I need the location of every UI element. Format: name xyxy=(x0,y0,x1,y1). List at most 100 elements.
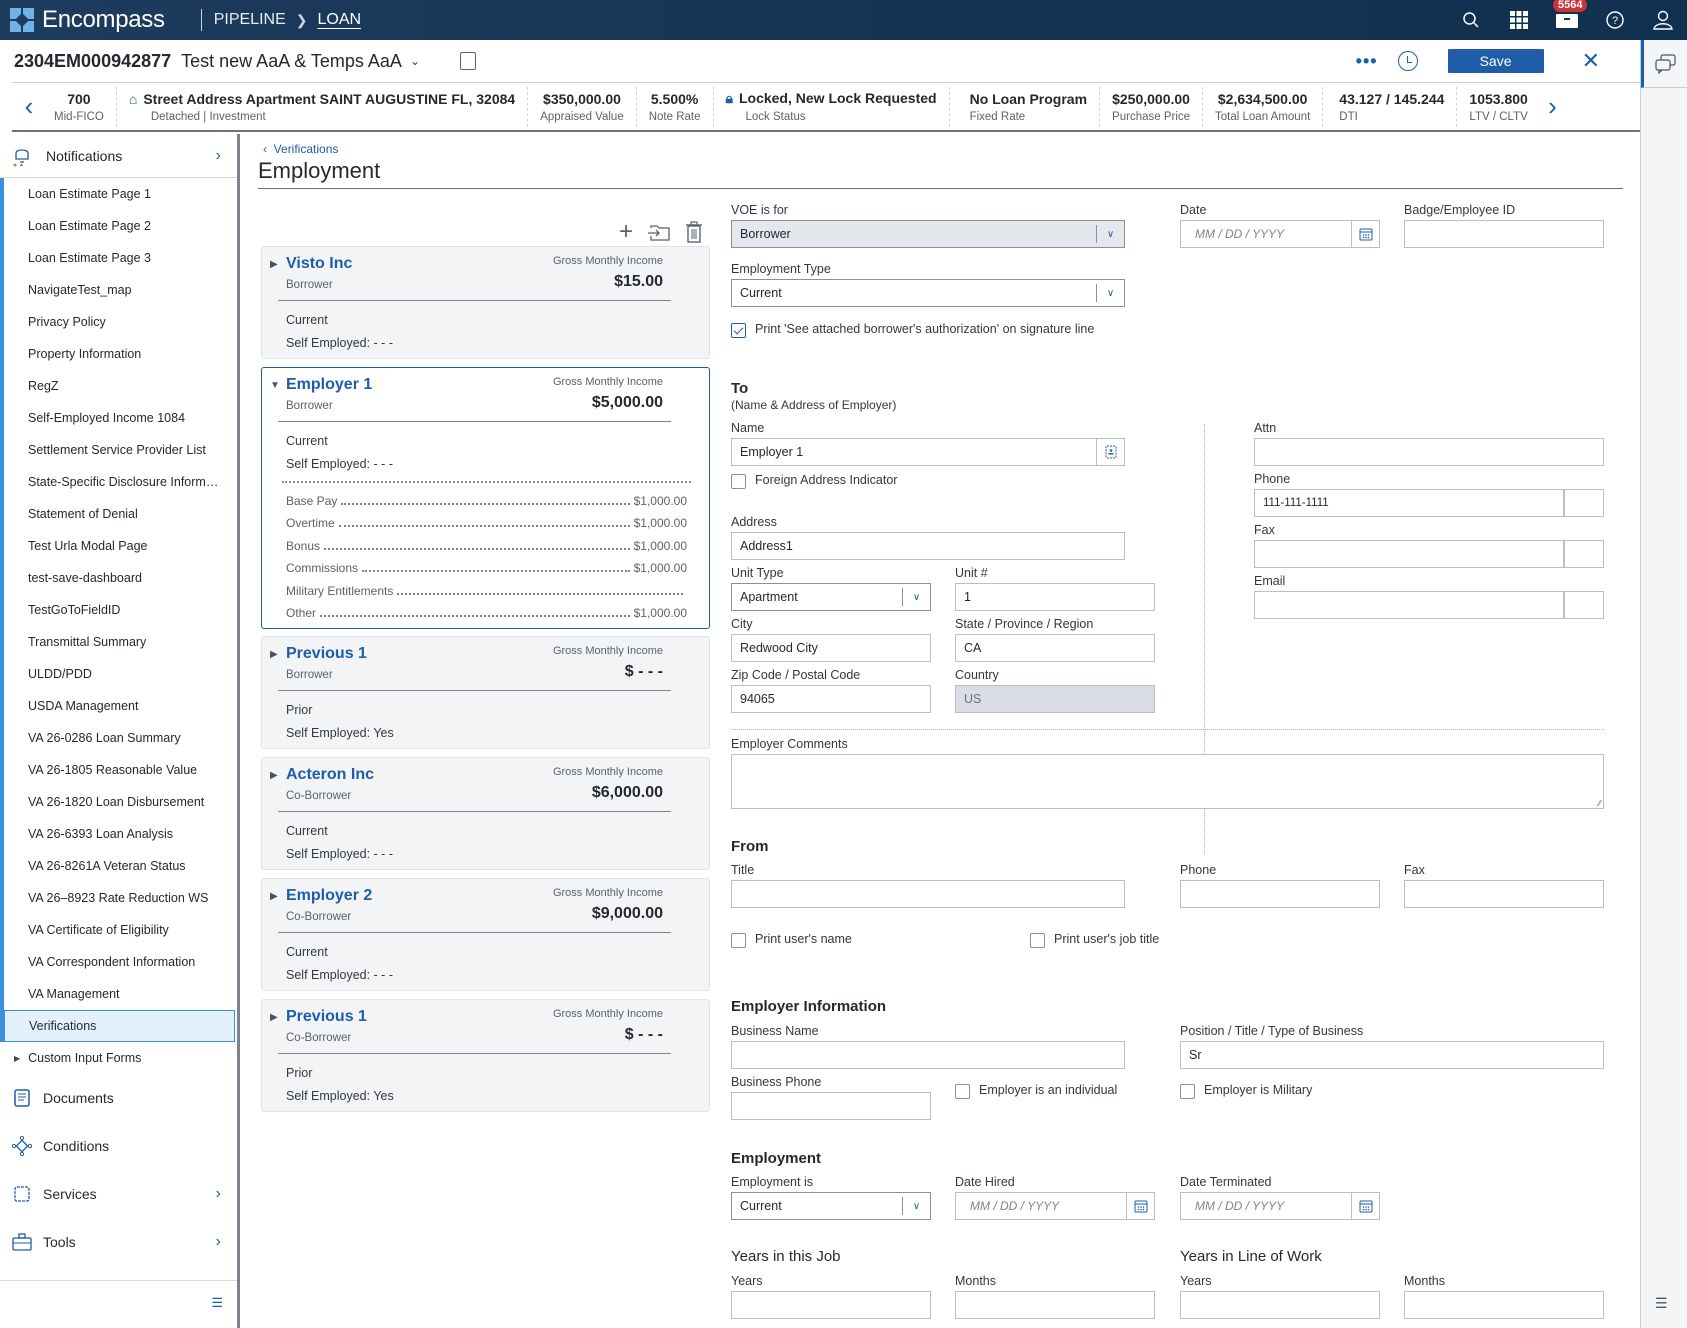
print-user-name-checkbox[interactable] xyxy=(731,933,746,948)
expand-panel-icon[interactable]: ☰ xyxy=(1655,1295,1668,1312)
employer-name-input[interactable]: Employer 1 xyxy=(731,438,1125,466)
sidebar-form-item[interactable]: Verifications xyxy=(4,1010,235,1042)
employer-name[interactable]: Employer 1 xyxy=(286,376,372,394)
calendar-icon[interactable] xyxy=(1351,221,1379,247)
apps-button[interactable] xyxy=(1495,0,1543,40)
more-options-button[interactable]: ••• xyxy=(1356,51,1378,72)
collapse-triangle-icon[interactable]: ▼ xyxy=(270,380,280,391)
sidebar-form-item[interactable]: Privacy Policy xyxy=(4,306,237,338)
sidebar-form-item[interactable]: Property Information xyxy=(4,338,237,370)
sidebar-form-item[interactable]: NavigateTest_map xyxy=(4,274,237,306)
employer-card[interactable]: ▶ Visto Inc Borrower Gross Monthly Income $1… xyxy=(261,246,710,359)
address-input[interactable]: Address1 xyxy=(731,532,1125,560)
sidebar-notifications[interactable]: Notifications › xyxy=(0,134,237,178)
badge-id-input[interactable] xyxy=(1404,220,1604,248)
business-name-input[interactable] xyxy=(731,1041,1125,1069)
sidebar-services[interactable]: Services › xyxy=(0,1170,237,1218)
user-menu-button[interactable] xyxy=(1639,0,1687,40)
borrower-dropdown-chevron-icon[interactable]: ⌄ xyxy=(410,54,420,68)
voe-for-select[interactable]: Borrower ∨ xyxy=(731,220,1125,248)
sidebar-form-item[interactable]: Loan Estimate Page 3 xyxy=(4,242,237,274)
sidebar-form-item[interactable]: Loan Estimate Page 1 xyxy=(4,178,237,210)
employer-card[interactable]: ▼ Employer 1 Borrower Gross Monthly Income $… xyxy=(261,367,710,629)
unit-number-input[interactable]: 1 xyxy=(955,583,1155,611)
calendar-icon[interactable] xyxy=(1126,1193,1154,1219)
sidebar-form-item[interactable]: Settlement Service Provider List xyxy=(4,434,237,466)
sidebar-form-item[interactable]: VA Correspondent Information xyxy=(4,946,237,978)
trash-icon[interactable] xyxy=(685,221,703,243)
business-phone-input[interactable] xyxy=(731,1092,931,1120)
to-email-extra-input[interactable] xyxy=(1564,591,1604,619)
sidebar-form-item[interactable]: VA 26-1805 Reasonable Value xyxy=(4,754,237,786)
app-logo[interactable]: Encompass xyxy=(10,6,165,34)
sidebar-form-item[interactable]: VA 26-0286 Loan Summary xyxy=(4,722,237,754)
expand-triangle-icon[interactable]: ▶ xyxy=(270,891,278,902)
summary-next-chevron-icon[interactable]: › xyxy=(1535,91,1569,122)
add-employer-icon[interactable]: + xyxy=(619,218,633,246)
employer-name[interactable]: Acteron Inc xyxy=(286,766,374,784)
sidebar-custom-input-forms[interactable]: ▶ Custom Input Forms xyxy=(0,1042,237,1074)
breadcrumb-pipeline[interactable]: PIPELINE xyxy=(214,11,286,29)
to-fax-input[interactable] xyxy=(1254,540,1564,568)
sidebar-form-item[interactable]: State-Specific Disclosure Inform… xyxy=(4,466,237,498)
summary-prev-chevron-icon[interactable]: ‹ xyxy=(12,91,46,122)
from-title-input[interactable] xyxy=(731,880,1125,908)
years-in-job-years-input[interactable] xyxy=(731,1291,931,1319)
from-fax-input[interactable] xyxy=(1404,880,1604,908)
sidebar-tools[interactable]: Tools › xyxy=(0,1218,237,1266)
to-phone-input[interactable]: 111-111-1111 xyxy=(1254,489,1564,517)
expand-triangle-icon[interactable]: ▶ xyxy=(270,259,278,270)
sidebar-form-item[interactable]: Transmittal Summary xyxy=(4,626,237,658)
employer-military-checkbox[interactable] xyxy=(1180,1084,1195,1099)
sidebar-conditions[interactable]: Conditions xyxy=(0,1122,237,1170)
from-phone-input[interactable] xyxy=(1180,880,1380,908)
print-user-job-title-checkbox[interactable] xyxy=(1030,933,1045,948)
date-input[interactable]: MM / DD / YYYY xyxy=(1180,220,1380,248)
position-input[interactable]: Sr xyxy=(1180,1041,1604,1069)
employer-comments-textarea[interactable] xyxy=(731,754,1604,809)
employer-card[interactable]: ▶ Previous 1 Borrower Gross Monthly Income $… xyxy=(261,636,710,749)
city-input[interactable]: Redwood City xyxy=(731,634,931,662)
date-hired-input[interactable]: MM / DD / YYYY xyxy=(955,1192,1155,1220)
sidebar-form-item[interactable]: VA Management xyxy=(4,978,237,1010)
sidebar-form-item[interactable]: ULDD/PDD xyxy=(4,658,237,690)
expand-triangle-icon[interactable]: ▶ xyxy=(270,770,278,781)
state-input[interactable]: CA xyxy=(955,634,1155,662)
sidebar-form-item[interactable]: VA 26–8923 Rate Reduction WS xyxy=(4,882,237,914)
save-button[interactable]: Save xyxy=(1447,49,1544,73)
sidebar-form-item[interactable]: VA 26-1820 Loan Disbursement xyxy=(4,786,237,818)
print-authorization-checkbox[interactable] xyxy=(731,323,746,338)
years-in-line-years-input[interactable] xyxy=(1180,1291,1380,1319)
expand-triangle-icon[interactable]: ▶ xyxy=(270,649,278,660)
sidebar-form-item[interactable]: Loan Estimate Page 2 xyxy=(4,210,237,242)
sidebar-form-item[interactable]: RegZ xyxy=(4,370,237,402)
employer-name[interactable]: Employer 2 xyxy=(286,887,372,905)
to-fax-extension-input[interactable] xyxy=(1564,540,1604,568)
sidebar-form-item[interactable]: TestGoToFieldID xyxy=(4,594,237,626)
sidebar-form-item[interactable]: VA 26-6393 Loan Analysis xyxy=(4,818,237,850)
employer-card[interactable]: ▶ Employer 2 Co-Borrower Gross Monthly Inco… xyxy=(261,878,710,991)
years-in-line-months-input[interactable] xyxy=(1404,1291,1604,1319)
employment-type-select[interactable]: Current ∨ xyxy=(731,279,1125,307)
employment-is-select[interactable]: Current ∨ xyxy=(731,1192,931,1220)
move-folder-icon[interactable] xyxy=(647,222,671,242)
breadcrumb-loan[interactable]: LOAN xyxy=(317,11,361,29)
borrower-name[interactable]: Test new AaA & Temps AaA xyxy=(181,51,402,72)
employer-name[interactable]: Visto Inc xyxy=(286,255,352,273)
sidebar-form-item[interactable]: VA Certificate of Eligibility xyxy=(4,914,237,946)
sidebar-form-item[interactable]: Self-Employed Income 1084 xyxy=(4,402,237,434)
employer-card[interactable]: ▶ Previous 1 Co-Borrower Gross Monthly Inco… xyxy=(261,999,710,1112)
sidebar-documents[interactable]: Documents xyxy=(0,1074,237,1122)
zip-input[interactable]: 94065 xyxy=(731,685,931,713)
inbox-button[interactable]: 5564 xyxy=(1543,0,1591,40)
sidebar-form-item[interactable]: test-save-dashboard xyxy=(4,562,237,594)
attn-input[interactable] xyxy=(1254,438,1604,466)
years-in-job-months-input[interactable] xyxy=(955,1291,1155,1319)
foreign-address-checkbox[interactable] xyxy=(731,474,746,489)
history-clock-icon[interactable] xyxy=(1397,51,1418,71)
sidebar-form-item[interactable]: Test Urla Modal Page xyxy=(4,530,237,562)
help-button[interactable]: ? xyxy=(1591,0,1639,40)
collapse-sidebar-icon[interactable]: ☰ xyxy=(211,1295,223,1311)
contact-lookup-icon[interactable] xyxy=(1096,439,1124,465)
to-phone-extension-input[interactable] xyxy=(1564,489,1604,517)
